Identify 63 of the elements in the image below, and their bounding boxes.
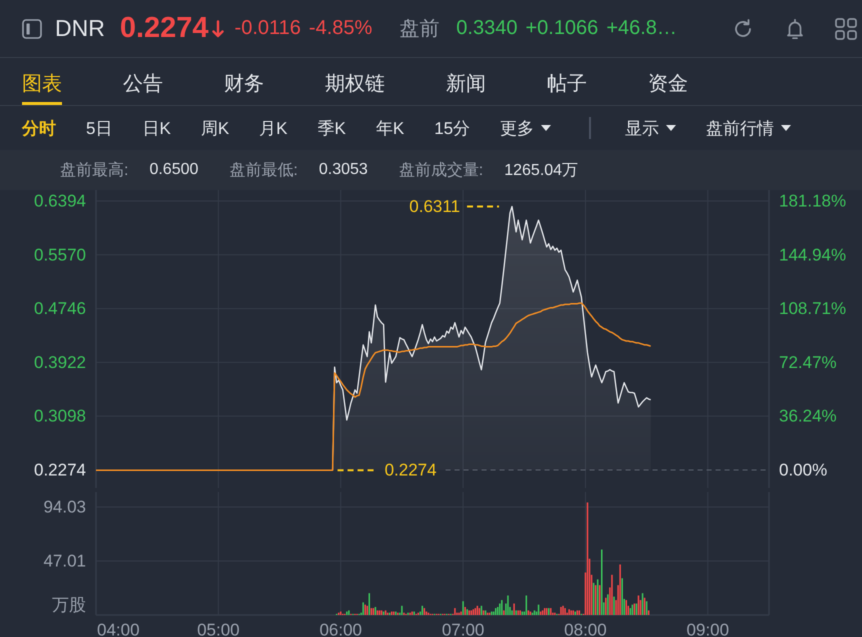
price-marker-label: 0.6311 (409, 196, 460, 216)
time-axis-label: 05:00 (197, 620, 240, 637)
percent-axis-label: 108.71% (779, 299, 846, 318)
last-price: 0.2274 (120, 12, 209, 45)
period-tab[interactable]: 分时 (22, 116, 56, 140)
tab[interactable]: 新闻 (446, 58, 486, 105)
leader-line (467, 205, 500, 208)
tab[interactable]: 资金 (648, 58, 688, 105)
dropdown-button[interactable]: 更多 (500, 116, 552, 140)
tab[interactable]: 期权链 (325, 58, 385, 105)
price-axis-label: 0.3098 (34, 406, 86, 426)
stat-value: 1265.04万 (504, 160, 578, 180)
tab[interactable]: 帖子 (547, 58, 587, 105)
period-tab[interactable]: 年K (376, 116, 404, 140)
volume-axis-label: 47.01 (43, 552, 86, 570)
percent-axis-label: 36.24% (779, 406, 837, 426)
stat-value: 0.3053 (318, 161, 368, 179)
time-axis-label: 06:00 (319, 620, 362, 637)
time-axis-label: 07:00 (442, 620, 484, 637)
tab[interactable]: 公告 (123, 58, 163, 105)
caret-icon (666, 125, 676, 131)
time-axis-label: 04:00 (97, 620, 140, 637)
period-tab[interactable]: 日K (142, 116, 171, 140)
percent-axis-label: 72.47% (779, 352, 837, 372)
period-tab[interactable]: 15分 (434, 116, 470, 140)
tab[interactable]: 财务 (224, 58, 264, 105)
stat-value: 0.6500 (149, 161, 198, 179)
ticker-symbol: DNR (55, 15, 105, 42)
caret-icon (781, 125, 792, 131)
bell-icon[interactable] (784, 18, 806, 40)
panel-icon[interactable] (22, 18, 42, 38)
time-axis-label: 09:00 (686, 620, 730, 637)
price-axis-label: 0.4746 (34, 299, 86, 318)
percent-axis-label: 0.00% (779, 460, 828, 480)
caret-icon (541, 125, 552, 131)
dropdown-button[interactable]: 盘前行情 (706, 116, 792, 140)
price-change: -0.0116 (234, 17, 301, 40)
grid-icon[interactable] (835, 18, 857, 40)
stat-label: 盘前最低: (229, 160, 298, 180)
time-axis-label: 08:00 (564, 620, 607, 637)
refresh-icon[interactable] (732, 18, 754, 40)
percent-axis-label: 181.18% (779, 191, 846, 210)
percent-axis-label: 144.94% (779, 245, 846, 264)
premarket-percent: +46.8… (606, 17, 677, 40)
price-axis-label: 0.6394 (34, 191, 86, 210)
stat-label: 盘前最高: (60, 160, 128, 180)
stat-label: 盘前成交量: (398, 160, 484, 180)
price-axis-label: 0.5570 (34, 245, 86, 264)
tab[interactable]: 图表 (22, 58, 62, 105)
period-tab[interactable]: 季K (318, 116, 346, 140)
price-marker-label: 0.2274 (384, 460, 437, 480)
period-tab[interactable]: 月K (259, 116, 288, 140)
percent-change: -4.85% (308, 17, 372, 40)
period-tab[interactable]: 周K (200, 116, 230, 140)
axis-unit-label: 万股 (52, 596, 86, 614)
price-axis-label: 0.2274 (34, 460, 86, 480)
price-axis-label: 0.3922 (34, 352, 86, 372)
volume-axis-label: 94.03 (43, 498, 86, 516)
dropdown-button[interactable]: 显示 (625, 116, 676, 140)
premarket-label: 盘前 (399, 17, 440, 42)
premarket-price: 0.3340 (456, 17, 518, 40)
premarket-change: +0.1066 (525, 17, 598, 40)
period-tab[interactable]: 5日 (86, 116, 112, 140)
